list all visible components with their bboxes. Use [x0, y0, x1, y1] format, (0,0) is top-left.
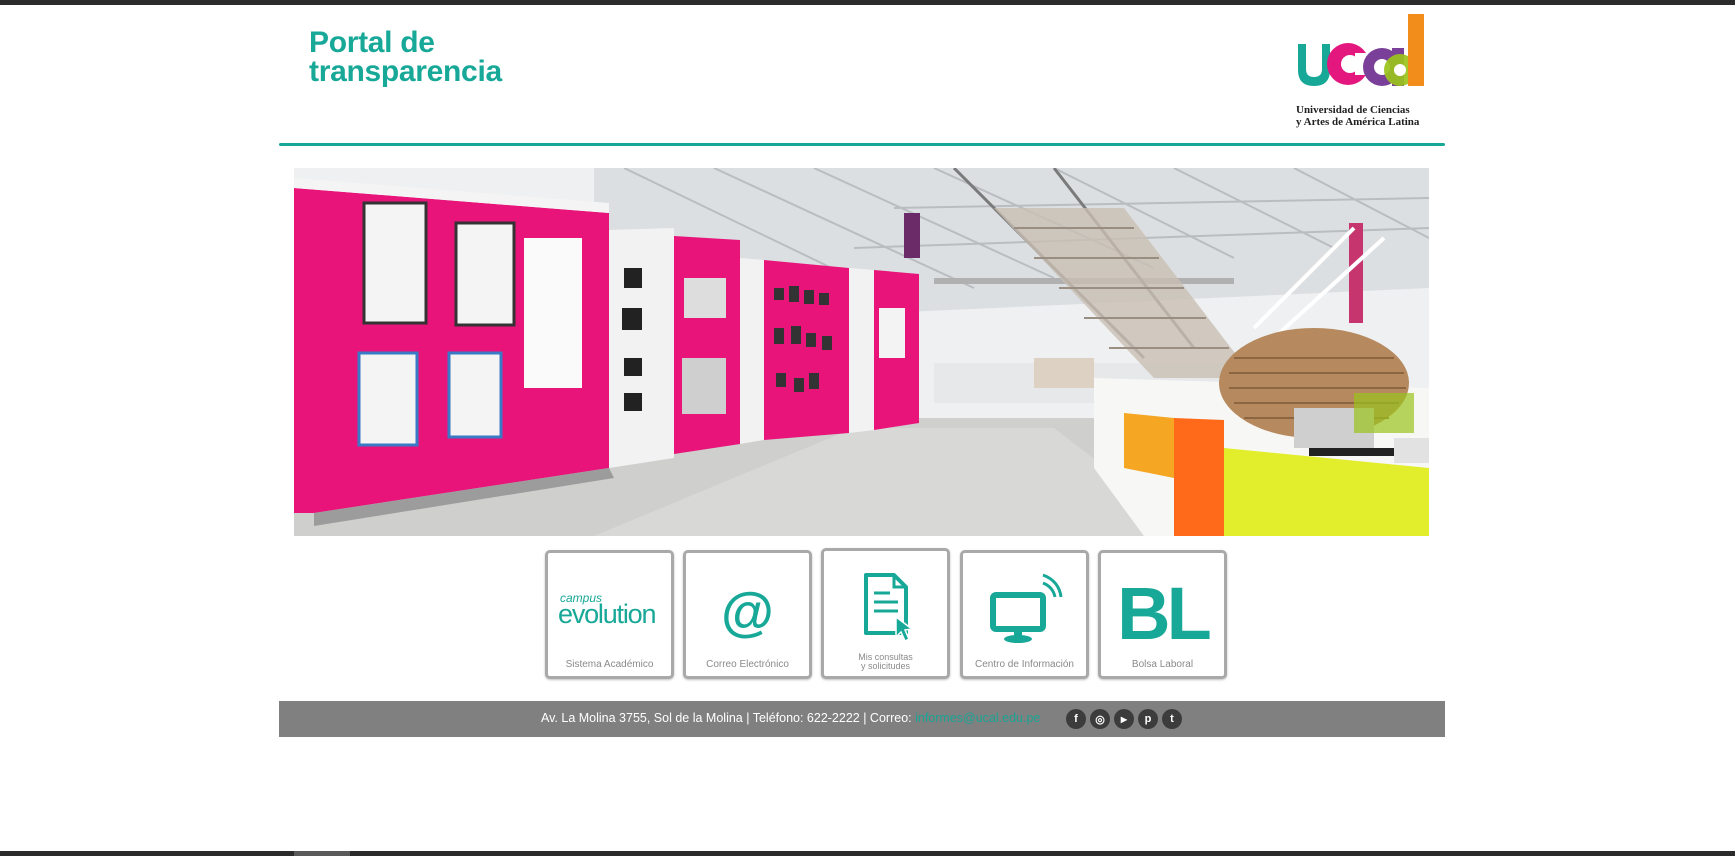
campus-evolution-logo-text: evolution — [558, 599, 656, 629]
ucal-logo[interactable]: Universidad de Ciencias y Artes de Améri… — [1296, 14, 1430, 129]
facebook-icon[interactable]: f — [1066, 709, 1086, 729]
university-name-line2: y Artes de América Latina — [1296, 116, 1420, 128]
footer-bar: Av. La Molina 3755, Sol de la Molina | T… — [279, 701, 1445, 737]
page-title: Portal de transparencia — [309, 26, 502, 88]
bl-logo-icon: BL — [1117, 572, 1212, 655]
window-bottom-border — [0, 851, 1735, 856]
social-links: f ◎ ▶ p t — [1066, 709, 1182, 729]
youtube-icon[interactable]: ▶ — [1114, 709, 1134, 729]
footer-address: Av. La Molina 3755, Sol de la Molina | T… — [541, 711, 916, 725]
pinterest-icon[interactable]: p — [1138, 709, 1158, 729]
university-name-line1: Universidad de Ciencias — [1296, 104, 1410, 116]
tile-bolsa-laboral[interactable]: BL Bolsa Laboral — [1098, 550, 1227, 679]
footer-email-link[interactable]: informes@ucal.edu.pe — [915, 711, 1040, 725]
document-cursor-icon — [824, 571, 947, 643]
instagram-icon[interactable]: ◎ — [1090, 709, 1110, 729]
header-divider — [279, 143, 1445, 146]
ucal-logo-mark — [1298, 14, 1424, 86]
tile-label: Centro de Información — [975, 659, 1074, 670]
tile-label: Mis consultas y solicitudes — [824, 653, 947, 671]
campus-hero-image — [294, 168, 1429, 536]
tile-label-line2: y solicitudes — [860, 661, 911, 671]
tile-label: Sistema Académico — [565, 659, 654, 670]
footer-contact: Av. La Molina 3755, Sol de la Molina | T… — [541, 711, 1040, 725]
twitter-icon[interactable]: t — [1162, 709, 1182, 729]
window-top-border — [0, 0, 1735, 5]
page-title-line1: Portal de — [309, 26, 435, 59]
tile-label: Correo Electrónico — [706, 659, 789, 670]
tile-centro-de-informacion[interactable]: Centro de Información — [960, 550, 1089, 679]
tile-label: Bolsa Laboral — [1131, 659, 1194, 670]
tile-sistema-academico[interactable]: campus evolution Sistema Académico — [545, 550, 674, 679]
tile-correo-electronico[interactable]: @ Correo Electrónico — [683, 550, 812, 679]
quick-links: campus evolution Sistema Académico @ Cor… — [545, 548, 1227, 680]
tile-mis-consultas[interactable]: Mis consultas y solicitudes — [821, 548, 950, 679]
monitor-wifi-icon — [963, 573, 1086, 645]
at-sign-icon: @ — [721, 582, 774, 642]
page-title-line2: transparencia — [309, 55, 502, 88]
scrollbar-thumb[interactable] — [294, 851, 350, 856]
university-name: Universidad de Ciencias y Artes de Améri… — [1296, 104, 1419, 128]
